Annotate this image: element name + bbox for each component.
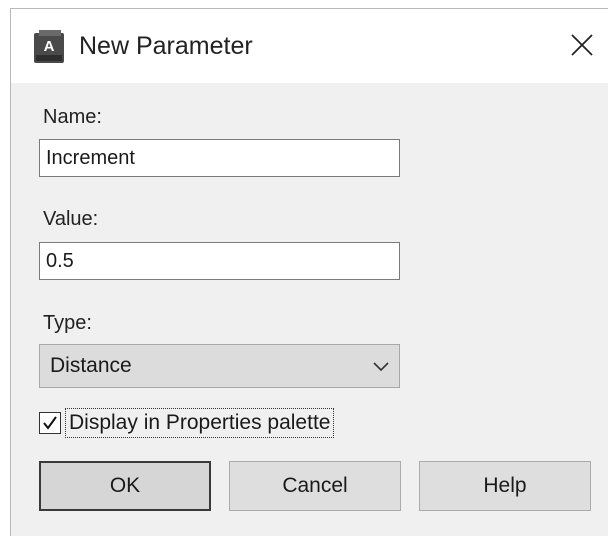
checkmark-icon (43, 416, 57, 430)
value-input[interactable] (39, 242, 400, 280)
title-bar: A New Parameter (11, 9, 608, 83)
type-selected-value: Distance (50, 354, 132, 377)
dialog-title: New Parameter (79, 32, 253, 60)
name-input[interactable] (39, 139, 400, 177)
autocad-app-icon: A (33, 30, 67, 64)
display-in-properties-checkbox[interactable] (39, 412, 61, 434)
app-icon-letter: A (44, 38, 55, 55)
type-label: Type: (43, 312, 92, 334)
cancel-button[interactable]: Cancel (229, 461, 401, 511)
display-in-properties-label: Display in Properties palette (65, 408, 335, 438)
new-parameter-dialog: A New Parameter Name: Value: Type: Dista… (10, 8, 608, 536)
type-dropdown[interactable]: Distance (39, 344, 400, 388)
value-label: Value: (43, 208, 99, 230)
help-button[interactable]: Help (419, 461, 591, 511)
close-icon (571, 34, 593, 56)
close-button[interactable] (562, 25, 602, 65)
ok-button[interactable]: OK (39, 461, 211, 511)
display-in-properties-checkbox-row[interactable]: Display in Properties palette (39, 408, 389, 440)
chevron-down-icon (373, 362, 389, 372)
name-label: Name: (43, 106, 102, 128)
